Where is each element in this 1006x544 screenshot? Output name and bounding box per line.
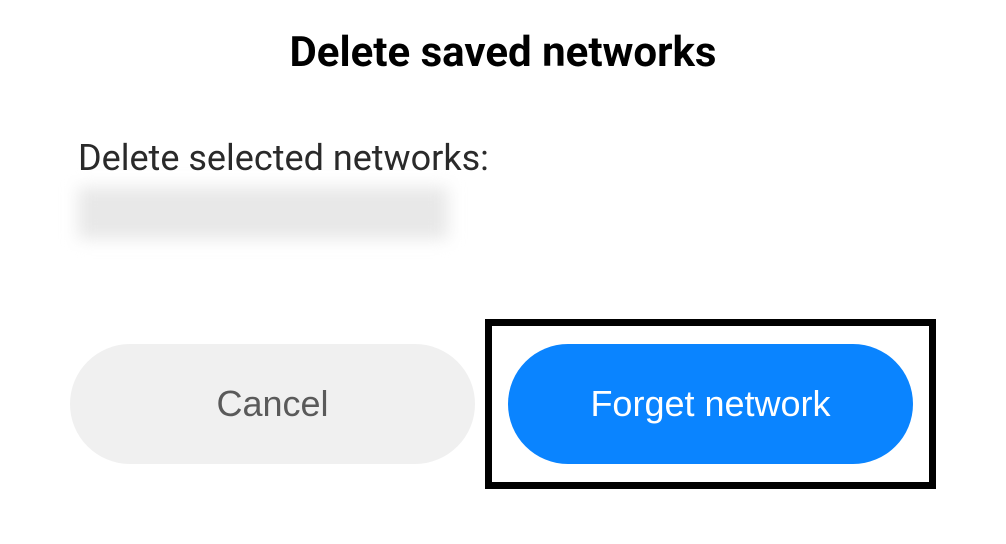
network-name-redacted <box>78 187 448 239</box>
cancel-button[interactable]: Cancel <box>70 344 475 464</box>
forget-button-highlight: Forget network <box>485 319 936 489</box>
dialog-message: Delete selected networks: <box>78 137 936 179</box>
delete-networks-dialog: Delete saved networks Delete selected ne… <box>0 0 1006 529</box>
dialog-button-row: Cancel Forget network <box>70 319 936 489</box>
forget-network-button[interactable]: Forget network <box>508 344 913 464</box>
dialog-title: Delete saved networks <box>70 28 936 77</box>
